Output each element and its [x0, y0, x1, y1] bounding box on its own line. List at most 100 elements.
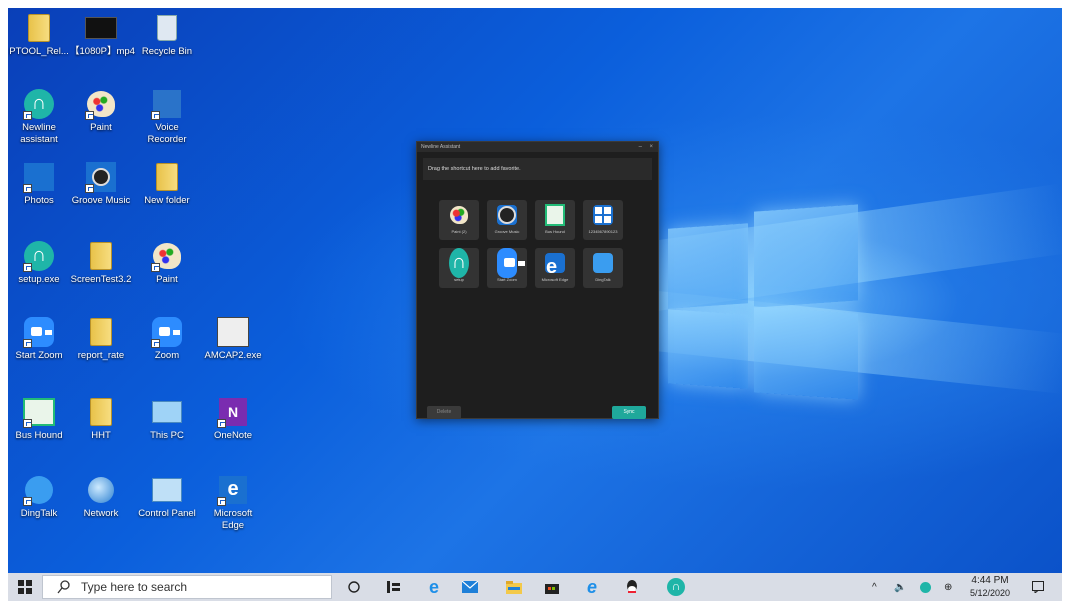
- mail-icon[interactable]: [460, 577, 480, 597]
- minimize-icon[interactable]: –: [639, 142, 642, 152]
- desktop-icon-label: Groove Music: [71, 195, 131, 206]
- shortcut-arrow-icon: [23, 339, 32, 348]
- desktop-icon[interactable]: Start Zoom: [8, 316, 70, 362]
- volume-icon[interactable]: 🔈: [894, 573, 906, 601]
- desktop-icon-label: HHT: [91, 430, 111, 441]
- newline-assistant-taskbar-icon[interactable]: ∩: [666, 577, 686, 597]
- desktop-icon-label: setup.exe: [18, 274, 60, 285]
- folder-icon: [85, 396, 117, 428]
- desktop-icon[interactable]: N OneNote: [202, 396, 264, 442]
- search-icon: [57, 580, 70, 594]
- favorite-tile[interactable]: Start Zoom: [487, 248, 527, 288]
- shortcut-arrow-icon: [23, 263, 32, 272]
- desktop-icon-label: New folder: [144, 195, 190, 206]
- zoom-icon: [23, 316, 55, 348]
- network-tray-icon[interactable]: ⊕: [944, 573, 952, 601]
- desktop-icon[interactable]: This PC: [136, 396, 198, 442]
- clock[interactable]: 4:44 PM 5/12/2020: [970, 573, 1010, 601]
- favorite-tile[interactable]: Paint (2): [439, 200, 479, 240]
- desktop-icon[interactable]: New folder: [136, 161, 198, 207]
- qq-icon[interactable]: [622, 577, 642, 597]
- desktop-icon[interactable]: AMCAP2.exe: [202, 316, 264, 362]
- desktop-icon[interactable]: Voice Recorder: [136, 88, 198, 146]
- shortcut-arrow-icon: [23, 184, 32, 193]
- favorite-tile-label: Groove Music: [494, 229, 520, 234]
- folder-icon: [23, 12, 55, 44]
- start-button[interactable]: [8, 573, 42, 601]
- search-box[interactable]: Type here to search: [42, 575, 332, 599]
- desktop-icon[interactable]: e Microsoft Edge: [202, 474, 264, 532]
- favorite-tile-label: Start Zoom: [497, 277, 517, 282]
- desktop-icon-label: OneNote: [213, 430, 253, 441]
- window-titlebar[interactable]: Newline Assistant – ×: [417, 142, 658, 152]
- windows-icon: [593, 205, 613, 225]
- desktop-icon[interactable]: Network: [70, 474, 132, 520]
- close-icon[interactable]: ×: [649, 142, 653, 152]
- desktop-icon[interactable]: Control Panel: [136, 474, 198, 520]
- zoom-icon: [497, 248, 517, 278]
- store-icon[interactable]: [542, 577, 562, 597]
- desktop-icon-label: DingTalk: [20, 508, 58, 519]
- desktop-icon[interactable]: Recycle Bin: [136, 12, 198, 58]
- desktop[interactable]: PTOOL_Rel... 【1080P】mp4 Recycle Bin ∩ Newlin…: [8, 8, 1062, 573]
- desktop-icon-label: Zoom: [154, 350, 180, 361]
- control-panel-icon: [151, 474, 183, 506]
- desktop-icon[interactable]: ScreenTest3.2: [70, 240, 132, 286]
- shortcut-arrow-icon: [23, 419, 32, 428]
- screen: PTOOL_Rel... 【1080P】mp4 Recycle Bin ∩ Newlin…: [8, 8, 1062, 601]
- newline-icon: ∩: [23, 240, 55, 272]
- show-hidden-icons-icon[interactable]: ^: [872, 573, 877, 601]
- desktop-icon[interactable]: PTOOL_Rel...: [8, 12, 70, 58]
- favorite-tile[interactable]: Groove Music: [487, 200, 527, 240]
- zoom-icon: [151, 316, 183, 348]
- delete-button[interactable]: Delete: [427, 406, 461, 419]
- clock-date: 5/12/2020: [970, 588, 1011, 598]
- internet-explorer-icon[interactable]: e: [582, 577, 602, 597]
- cortana-icon[interactable]: [344, 577, 364, 597]
- desktop-icon[interactable]: ∩ Newline assistant: [8, 88, 70, 146]
- desktop-icon[interactable]: Bus Hound: [8, 396, 70, 442]
- clock-time: 4:44 PM: [971, 575, 1009, 586]
- edge-icon[interactable]: e: [424, 577, 444, 597]
- favorite-tile[interactable]: DingTalk: [583, 248, 623, 288]
- favorite-tile[interactable]: Bus Hound: [535, 200, 575, 240]
- desktop-icon[interactable]: Paint: [70, 88, 132, 134]
- desktop-icon[interactable]: DingTalk: [8, 474, 70, 520]
- newline-tray-icon[interactable]: [920, 573, 931, 601]
- desktop-icon-label: Voice Recorder: [147, 122, 187, 145]
- taskbar: Type here to search e e ∩ ^ 🔈 ⊕ 4:44 PM …: [8, 573, 1062, 601]
- sync-button[interactable]: Sync: [612, 406, 646, 419]
- file-explorer-icon[interactable]: [504, 577, 524, 597]
- windows-logo-pane: [668, 223, 748, 309]
- desktop-icon[interactable]: Groove Music: [70, 161, 132, 207]
- bus-hound-icon: [23, 396, 55, 428]
- shortcut-arrow-icon: [217, 419, 226, 428]
- task-view-icon[interactable]: [384, 577, 404, 597]
- paint-icon: [449, 205, 469, 225]
- desktop-icon[interactable]: 【1080P】mp4: [70, 12, 135, 58]
- action-center-icon[interactable]: [1032, 573, 1044, 601]
- desktop-icon-label: This PC: [150, 430, 184, 441]
- desktop-icon[interactable]: report_rate: [70, 316, 132, 362]
- folder-icon: [151, 161, 183, 193]
- video-file-icon: [85, 12, 117, 44]
- favorite-tile[interactable]: e Microsoft Edge: [535, 248, 575, 288]
- desktop-icon-label: Network: [83, 508, 119, 519]
- desktop-icon-label: Microsoft Edge: [213, 508, 253, 531]
- desktop-icon[interactable]: Zoom: [136, 316, 198, 362]
- shortcut-arrow-icon: [217, 497, 226, 506]
- paint-icon: [85, 88, 117, 120]
- search-placeholder: Type here to search: [81, 580, 188, 594]
- newline-assistant-window[interactable]: Newline Assistant – × Drag the shortcut …: [416, 141, 659, 419]
- desktop-icon[interactable]: Paint: [136, 240, 198, 286]
- favorite-tile[interactable]: ∩ setup: [439, 248, 479, 288]
- desktop-icon[interactable]: ∩ setup.exe: [8, 240, 70, 286]
- desktop-icon[interactable]: Photos: [8, 161, 70, 207]
- groove-music-icon: [497, 205, 517, 225]
- folder-icon: [85, 316, 117, 348]
- edge-icon: e: [217, 474, 249, 506]
- windows-logo-pane: [754, 306, 858, 400]
- onenote-icon: N: [217, 396, 249, 428]
- desktop-icon[interactable]: HHT: [70, 396, 132, 442]
- favorite-tile[interactable]: 1234567890123: [583, 200, 623, 240]
